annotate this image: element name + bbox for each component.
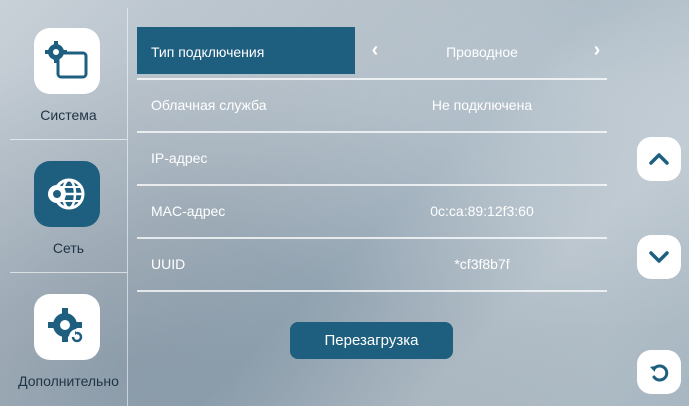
network-globe-gear-icon bbox=[34, 161, 100, 227]
scroll-up-button[interactable] bbox=[637, 137, 681, 181]
setting-value: Проводное bbox=[446, 44, 518, 60]
sidebar-item-label: Система bbox=[40, 107, 97, 123]
setting-value: 0c:ca:89:12f3:60 bbox=[430, 203, 534, 219]
back-undo-icon bbox=[650, 364, 669, 382]
sidebar-item-label: Сеть bbox=[52, 240, 85, 256]
chevron-down-icon bbox=[649, 251, 669, 263]
sidebar-item-advanced[interactable]: Дополнительно bbox=[10, 274, 127, 406]
setting-title: UUID bbox=[151, 256, 186, 272]
sidebar-divider bbox=[10, 139, 127, 140]
scroll-down-button[interactable] bbox=[637, 235, 681, 279]
sidebar-divider bbox=[10, 272, 127, 273]
system-settings-icon bbox=[34, 28, 100, 94]
setting-value: *cf3f8b7f bbox=[454, 256, 510, 272]
setting-row-connection-type[interactable]: Тип подключения ‹ Проводное › bbox=[137, 27, 607, 80]
setting-row-ip-address[interactable]: IP-адрес bbox=[137, 133, 607, 186]
advanced-settings-icon bbox=[34, 294, 100, 360]
chevron-up-icon bbox=[649, 153, 669, 165]
sidebar-item-label: Дополнительно bbox=[18, 373, 119, 389]
setting-title: IP-адрес bbox=[151, 150, 208, 166]
sidebar-item-network[interactable]: Сеть bbox=[10, 141, 127, 273]
chevron-left-icon[interactable]: ‹ bbox=[367, 40, 383, 60]
setting-row-cloud-service[interactable]: Облачная служба Не подключена bbox=[137, 80, 607, 133]
setting-title: Облачная служба bbox=[151, 97, 267, 113]
chevron-right-icon[interactable]: › bbox=[589, 40, 605, 60]
back-button[interactable] bbox=[637, 350, 681, 394]
sidebar-item-system[interactable]: Система bbox=[10, 8, 127, 140]
setting-value: Не подключена bbox=[431, 97, 533, 113]
screen-background: Система Сеть Дополнительно Тип подключен… bbox=[0, 0, 689, 406]
reboot-button[interactable]: Перезагрузка bbox=[290, 322, 453, 359]
setting-row-uuid: UUID *cf3f8b7f bbox=[137, 239, 607, 292]
sidebar: Система Сеть Дополнительно bbox=[10, 8, 128, 406]
setting-title: MAC-адрес bbox=[151, 203, 226, 219]
setting-row-mac-address: MAC-адрес 0c:ca:89:12f3:60 bbox=[137, 186, 607, 239]
setting-title: Тип подключения bbox=[151, 44, 265, 60]
